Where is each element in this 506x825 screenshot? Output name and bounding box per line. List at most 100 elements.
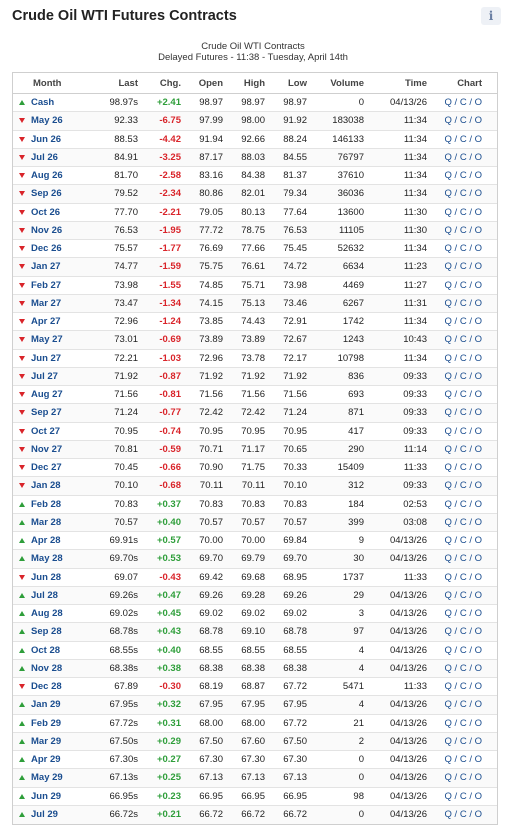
time-cell: 04/13/26	[390, 553, 427, 565]
chart-links[interactable]: Q / C / O	[427, 371, 486, 382]
contract-month-link[interactable]: Jul 28	[31, 590, 58, 601]
arrow-down-icon	[19, 428, 25, 434]
contract-month-link[interactable]: Jul 27	[31, 371, 58, 382]
contract-month-link[interactable]: Jan 28	[31, 480, 61, 491]
last-cell: 67.72s	[109, 717, 138, 729]
chart-links[interactable]: Q / C / O	[427, 188, 486, 199]
chart-links[interactable]: Q / C / O	[427, 426, 486, 437]
contract-month-link[interactable]: Nov 27	[31, 444, 62, 455]
chart-links[interactable]: Q / C / O	[427, 316, 486, 327]
chart-links[interactable]: Q / C / O	[427, 444, 486, 455]
contract-month-link[interactable]: Dec 27	[31, 462, 62, 473]
time-cell: 04/13/26	[390, 97, 427, 109]
contract-month-link[interactable]: Jul 26	[31, 152, 58, 163]
contract-month-link[interactable]: Nov 28	[31, 663, 62, 674]
chart-links[interactable]: Q / C / O	[427, 462, 486, 473]
contract-month-link[interactable]: Oct 28	[31, 645, 60, 656]
chart-links[interactable]: Q / C / O	[427, 626, 486, 637]
chart-links[interactable]: Q / C / O	[427, 261, 486, 272]
header-last[interactable]: Last	[88, 78, 138, 89]
contract-month-link[interactable]: Apr 29	[31, 754, 61, 765]
chart-links[interactable]: Q / C / O	[427, 553, 486, 564]
header-change[interactable]: Chg.	[138, 78, 181, 89]
month-cell: Apr 28	[13, 535, 88, 546]
chart-links[interactable]: Q / C / O	[427, 608, 486, 619]
chart-links[interactable]: Q / C / O	[427, 225, 486, 236]
open-cell: 70.83	[199, 498, 223, 510]
contract-month-link[interactable]: Aug 28	[31, 608, 63, 619]
chart-links[interactable]: Q / C / O	[427, 407, 486, 418]
chart-links[interactable]: Q / C / O	[427, 480, 486, 491]
contract-month-link[interactable]: May 29	[31, 772, 63, 783]
chart-links[interactable]: Q / C / O	[427, 298, 486, 309]
contract-month-link[interactable]: Jan 29	[31, 699, 61, 710]
contract-month-link[interactable]: Sep 27	[31, 407, 62, 418]
contract-month-link[interactable]: Feb 27	[31, 280, 61, 291]
chart-links[interactable]: Q / C / O	[427, 499, 486, 510]
chart-links[interactable]: Q / C / O	[427, 243, 486, 254]
chart-links[interactable]: Q / C / O	[427, 645, 486, 656]
header-month[interactable]: Month	[13, 78, 88, 89]
chart-links[interactable]: Q / C / O	[427, 809, 486, 820]
contract-month-link[interactable]: Nov 26	[31, 225, 62, 236]
chart-links[interactable]: Q / C / O	[427, 754, 486, 765]
chart-links[interactable]: Q / C / O	[427, 772, 486, 783]
contract-month-link[interactable]: Dec 26	[31, 243, 62, 254]
chart-links[interactable]: Q / C / O	[427, 736, 486, 747]
contract-month-link[interactable]: Apr 27	[31, 316, 61, 327]
contract-month-link[interactable]: Jun 27	[31, 353, 61, 364]
chart-links[interactable]: Q / C / O	[427, 663, 486, 674]
chart-links[interactable]: Q / C / O	[427, 207, 486, 218]
header-volume[interactable]: Volume	[307, 78, 364, 89]
chart-links[interactable]: Q / C / O	[427, 517, 486, 528]
info-icon[interactable]: i	[481, 7, 501, 25]
contract-month-link[interactable]: Cash	[31, 97, 54, 108]
chart-links[interactable]: Q / C / O	[427, 334, 486, 345]
contract-month-link[interactable]: Apr 28	[31, 535, 61, 546]
contract-month-link[interactable]: Oct 26	[31, 207, 60, 218]
contract-month-link[interactable]: Aug 26	[31, 170, 63, 181]
contract-month-link[interactable]: Feb 28	[31, 499, 61, 510]
last-cell: 79.52	[114, 188, 138, 200]
contract-month-link[interactable]: May 27	[31, 334, 63, 345]
contract-month-link[interactable]: Jun 26	[31, 134, 61, 145]
header-time[interactable]: Time	[364, 78, 427, 89]
chart-links[interactable]: Q / C / O	[427, 152, 486, 163]
contract-month-link[interactable]: Mar 27	[31, 298, 61, 309]
high-cell: 73.89	[241, 334, 265, 346]
contract-month-link[interactable]: Mar 29	[31, 736, 61, 747]
chart-links[interactable]: Q / C / O	[427, 170, 486, 181]
chart-links[interactable]: Q / C / O	[427, 280, 486, 291]
chart-links[interactable]: Q / C / O	[427, 535, 486, 546]
contract-month-link[interactable]: Dec 28	[31, 681, 62, 692]
chart-links[interactable]: Q / C / O	[427, 681, 486, 692]
chart-links[interactable]: Q / C / O	[427, 97, 486, 108]
contract-month-link[interactable]: Aug 27	[31, 389, 63, 400]
chart-links[interactable]: Q / C / O	[427, 718, 486, 729]
chart-links[interactable]: Q / C / O	[427, 353, 486, 364]
header-low[interactable]: Low	[265, 78, 307, 89]
contract-month-link[interactable]: Jun 29	[31, 791, 61, 802]
contract-month-link[interactable]: Mar 28	[31, 517, 61, 528]
contract-month-link[interactable]: Sep 28	[31, 626, 62, 637]
contract-month-link[interactable]: Jun 28	[31, 572, 61, 583]
chart-links[interactable]: Q / C / O	[427, 389, 486, 400]
header-high[interactable]: High	[223, 78, 265, 89]
contract-month-link[interactable]: Sep 26	[31, 188, 62, 199]
month-cell: Apr 29	[13, 754, 88, 765]
contract-month-link[interactable]: Jul 29	[31, 809, 58, 820]
contract-month-link[interactable]: Jan 27	[31, 261, 61, 272]
contract-month-link[interactable]: May 26	[31, 115, 63, 126]
contract-month-link[interactable]: Oct 27	[31, 426, 60, 437]
chart-links[interactable]: Q / C / O	[427, 134, 486, 145]
chart-links[interactable]: Q / C / O	[427, 791, 486, 802]
chart-links[interactable]: Q / C / O	[427, 115, 486, 126]
contract-month-link[interactable]: May 28	[31, 553, 63, 564]
chart-links[interactable]: Q / C / O	[427, 590, 486, 601]
contract-month-link[interactable]: Feb 29	[31, 718, 61, 729]
header-open[interactable]: Open	[181, 78, 223, 89]
low-cell: 69.02	[283, 608, 307, 620]
chart-links[interactable]: Q / C / O	[427, 699, 486, 710]
chart-links[interactable]: Q / C / O	[427, 572, 486, 583]
table-row: Sep 27 71.24 -0.77 72.42 72.42 71.24 871 09:33 Q…	[13, 404, 497, 423]
